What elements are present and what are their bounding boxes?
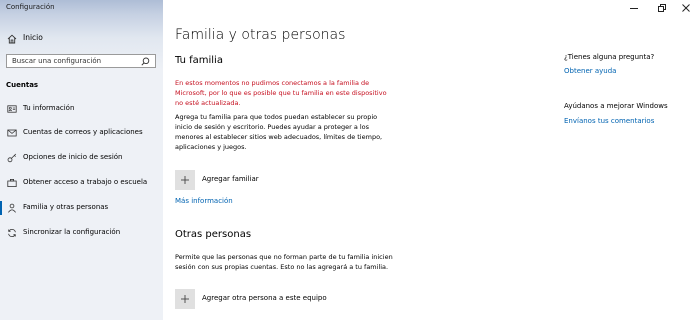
add-family-member-label: Agregar familiar (202, 175, 259, 183)
key-icon (7, 153, 17, 163)
sidebar-item-sincronizar[interactable]: Sincronizar la configuración (0, 224, 163, 242)
error-line: Microsoft, por lo que es posible que tu … (175, 89, 387, 97)
sync-icon (8, 229, 16, 237)
other-people-heading: Otras personas (175, 229, 252, 240)
page-title: Familia y otras personas (175, 27, 346, 43)
sidebar-item-cuentas-correo[interactable]: Cuentas de correos y aplicaciones (0, 124, 163, 142)
section-label-accounts: Cuentas (6, 81, 39, 89)
description-line: sesión con sus propias cuentas. Esto no … (175, 263, 389, 271)
minimize-button[interactable] (620, 0, 648, 16)
plus-icon (175, 170, 195, 190)
sidebar-item-label: Cuentas de correos y aplicaciones (23, 128, 143, 136)
send-feedback-link[interactable]: Envíanos tus comentarios (564, 117, 654, 125)
mail-icon (7, 129, 17, 137)
description-line: menores al establecer sitios web adecuad… (175, 133, 383, 141)
sidebar-home[interactable]: Inicio (0, 31, 163, 47)
question-heading: ¿Tienes alguna pregunta? (564, 53, 655, 61)
error-line: no esté actualizada. (175, 99, 241, 107)
sidebar-item-label: Tu información (23, 104, 75, 112)
sidebar-item-familia[interactable]: Familia y otras personas (0, 199, 163, 217)
description-line: Permite que las personas que no forman p… (175, 253, 393, 261)
selection-indicator (0, 201, 2, 215)
search-icon[interactable] (141, 57, 150, 66)
add-other-person-label: Agregar otra persona a este equipo (202, 294, 327, 302)
family-heading: Tu familia (175, 55, 223, 66)
improve-heading: Ayúdanos a mejorar Windows (564, 102, 668, 110)
sidebar-item-label: Obtener acceso a trabajo o escuela (23, 178, 148, 186)
get-help-link[interactable]: Obtener ayuda (564, 67, 616, 75)
plus-icon (175, 289, 195, 309)
home-label: Inicio (23, 33, 43, 42)
search-placeholder: Buscar una configuración (12, 57, 102, 65)
search-input[interactable]: Buscar una configuración (6, 54, 156, 68)
sidebar-item-tu-informacion[interactable]: Tu información (0, 100, 163, 118)
family-error-message: En estos momentos no pudimos conectamos … (175, 78, 425, 108)
restore-icon (658, 4, 666, 12)
close-button[interactable] (672, 0, 700, 16)
settings-window: Configuración Inicio Buscar una configur… (0, 0, 700, 320)
sidebar-item-label: Sincronizar la configuración (23, 228, 121, 236)
person-icon (8, 203, 16, 213)
add-family-member-button[interactable]: Agregar familiar (175, 170, 295, 190)
person-card-icon (7, 105, 17, 113)
sidebar-item-label: Opciones de inicio de sesión (23, 153, 123, 161)
description-line: Agrega tu familia para que todos puedan … (175, 113, 378, 121)
other-people-description: Permite que las personas que no forman p… (175, 252, 445, 272)
sidebar-item-trabajo-escuela[interactable]: Obtener acceso a trabajo o escuela (0, 174, 163, 192)
minimize-icon (630, 8, 638, 9)
briefcase-icon (7, 178, 17, 187)
error-line: En estos momentos no pudimos conectamos … (175, 79, 370, 87)
sidebar: Configuración Inicio Buscar una configur… (0, 0, 163, 320)
sidebar-item-label: Familia y otras personas (23, 203, 109, 211)
add-other-person-button[interactable]: Agregar otra persona a este equipo (175, 289, 355, 309)
description-line: aplicaciones y juegos. (175, 143, 247, 151)
description-line: inicio de sesión y escritorio. Puedes ay… (175, 123, 370, 131)
family-description: Agrega tu familia para que todos puedan … (175, 112, 425, 152)
more-info-link[interactable]: Más información (175, 197, 233, 205)
window-title: Configuración (6, 3, 55, 11)
home-icon (7, 34, 17, 44)
close-icon (682, 4, 690, 12)
sidebar-item-inicio-sesion[interactable]: Opciones de inicio de sesión (0, 149, 163, 167)
